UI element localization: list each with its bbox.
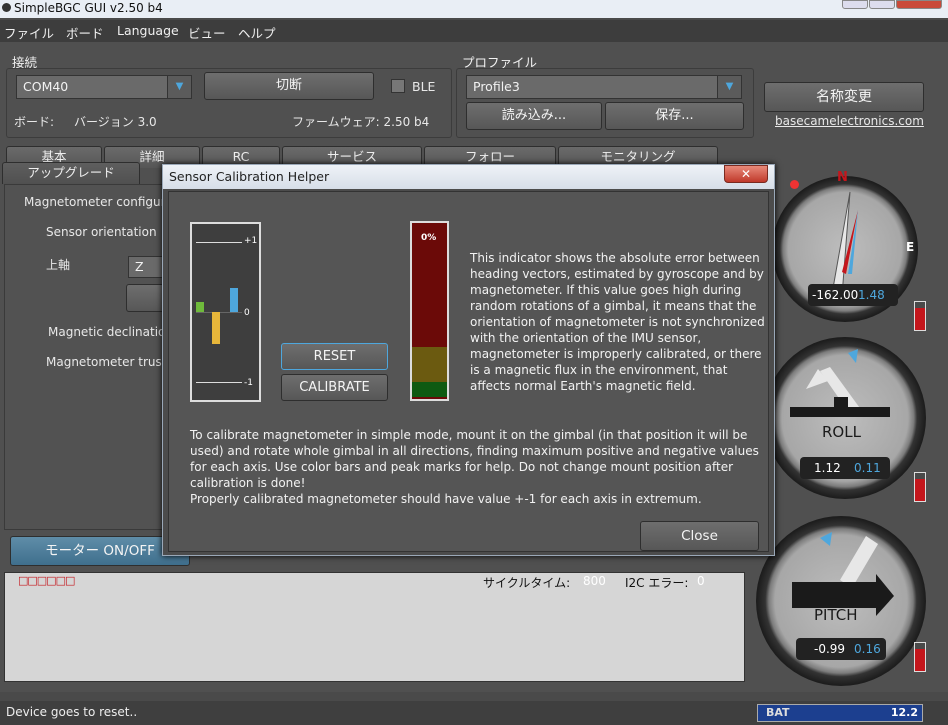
roll-value2: 0.11: [854, 461, 881, 475]
roll-readout: 1.12 0.11: [800, 457, 890, 479]
dialog-body: +1 0 -1 0% RESET CALIBRATE This indicato…: [168, 191, 769, 552]
roll-value1: 1.12: [814, 461, 841, 475]
port-select[interactable]: COM40 ▼: [16, 75, 192, 99]
roll-level-bar: [914, 472, 926, 502]
dialog-close-x-button[interactable]: ✕: [724, 165, 768, 183]
declination-label: Magnetic declination: [48, 325, 173, 339]
compass-gauge: N E -162.00 1.48: [772, 170, 918, 322]
pitch-value1: -0.99: [814, 642, 846, 656]
profile-select[interactable]: Profile3 ▼: [466, 75, 742, 99]
error-indicators: □□□□□□: [18, 574, 75, 587]
top-axis-label: 上軸: [46, 258, 71, 272]
window-close-button[interactable]: [896, 0, 942, 9]
reset-button[interactable]: RESET: [281, 343, 388, 370]
port-value: COM40: [23, 79, 69, 94]
axis-values-panel: +1 0 -1: [190, 222, 261, 402]
status-message: Device goes to reset..: [6, 705, 138, 719]
rename-profile-button[interactable]: 名称変更: [764, 82, 924, 112]
error-zone-ok: [412, 382, 447, 397]
battery-value: 12.2: [890, 706, 918, 719]
pitch-readout: -0.99 0.16: [796, 638, 886, 660]
cycle-time-value: 800: [583, 574, 606, 588]
instructions-paragraph: To calibrate magnetometer in simple mode…: [190, 428, 759, 490]
maximize-button[interactable]: [869, 0, 895, 9]
dialog-close-button[interactable]: Close: [640, 521, 759, 551]
pitch-attitude-icon: [792, 532, 894, 616]
pitch-label: PITCH: [814, 606, 858, 624]
heading-error-bar: 0%: [410, 221, 449, 401]
axis-bars: [192, 224, 259, 400]
menu-language[interactable]: Language: [117, 23, 179, 38]
compass-value2: 1.48: [858, 288, 885, 302]
i2c-error-value: 0: [697, 574, 705, 588]
menu-file[interactable]: ファイル: [4, 23, 54, 42]
pitch-level-bar: [914, 642, 926, 672]
axis-bar-2: [230, 287, 238, 312]
ble-checkbox[interactable]: [391, 79, 405, 93]
compass-marker-icon: [790, 180, 799, 189]
board-label: ボード:: [14, 115, 55, 129]
magnetometer-section-title: Magnetometer configurat: [24, 195, 178, 209]
pitch-gauge: PITCH -0.99 0.16: [756, 516, 926, 686]
load-profile-button[interactable]: 読み込み...: [466, 102, 602, 130]
menu-bar: ファイル ボード Language ビュー ヘルプ: [0, 20, 948, 42]
calibration-dialog: Sensor Calibration Helper ✕ +1 0 -1 0% R…: [162, 164, 775, 556]
calibration-instructions: To calibrate magnetometer in simple mode…: [190, 427, 765, 507]
top-axis-value: Z: [135, 259, 144, 274]
instructions-note: Properly calibrated magnetometer should …: [190, 492, 702, 506]
cycle-time-label: サイクルタイム:: [483, 576, 571, 590]
error-value: 0%: [421, 233, 437, 243]
dialog-titlebar: Sensor Calibration Helper ✕: [163, 165, 774, 189]
tab-upgrade[interactable]: アップグレード: [2, 162, 140, 184]
battery-label: BAT: [766, 706, 790, 719]
website-link[interactable]: basecamelectronics.com: [775, 114, 924, 128]
close-icon: ✕: [740, 167, 752, 181]
axis-bar-0: [196, 301, 204, 312]
minimize-button[interactable]: [842, 0, 868, 9]
axis-bar-1: [212, 312, 220, 344]
chevron-down-icon: ▼: [167, 76, 191, 98]
battery-indicator: BAT 12.2: [757, 704, 923, 722]
i2c-error-label: I2C エラー:: [625, 576, 689, 590]
sensor-orientation-label: Sensor orientation: [46, 225, 157, 239]
dialog-title: Sensor Calibration Helper: [169, 169, 330, 184]
error-zone-warning: [412, 347, 447, 382]
menu-view[interactable]: ビュー: [188, 23, 226, 42]
pitch-value2: 0.16: [854, 642, 881, 656]
save-profile-button[interactable]: 保存...: [605, 102, 744, 130]
window-title: SimpleBGC GUI v2.50 b4: [14, 1, 163, 15]
disconnect-button[interactable]: 切断: [204, 72, 374, 100]
ble-label: BLE: [412, 79, 436, 94]
window-titlebar: SimpleBGC GUI v2.50 b4: [0, 0, 948, 18]
error-description: This indicator shows the absolute error …: [470, 251, 765, 393]
menu-help[interactable]: ヘルプ: [238, 23, 276, 42]
trust-label: Magnetometer trust:: [46, 355, 171, 369]
app-icon: [2, 3, 11, 12]
menu-board[interactable]: ボード: [66, 23, 104, 42]
roll-gauge: ROLL 1.12 0.11: [764, 337, 926, 499]
firmware-version: ファームウェア: 2.50 b4: [292, 115, 430, 129]
orientation-button[interactable]: [126, 284, 166, 312]
board-version: バージョン 3.0: [74, 115, 157, 129]
compass-level-bar: [914, 301, 926, 331]
compass-value1: -162.00: [812, 288, 859, 302]
status-bar: Device goes to reset.. BAT 12.2: [0, 701, 948, 725]
chevron-down-icon: ▼: [717, 76, 741, 98]
roll-label: ROLL: [822, 423, 861, 441]
compass-readout: -162.00 1.48: [808, 284, 898, 306]
calibrate-button[interactable]: CALIBRATE: [281, 374, 388, 401]
profile-value: Profile3: [473, 79, 520, 94]
